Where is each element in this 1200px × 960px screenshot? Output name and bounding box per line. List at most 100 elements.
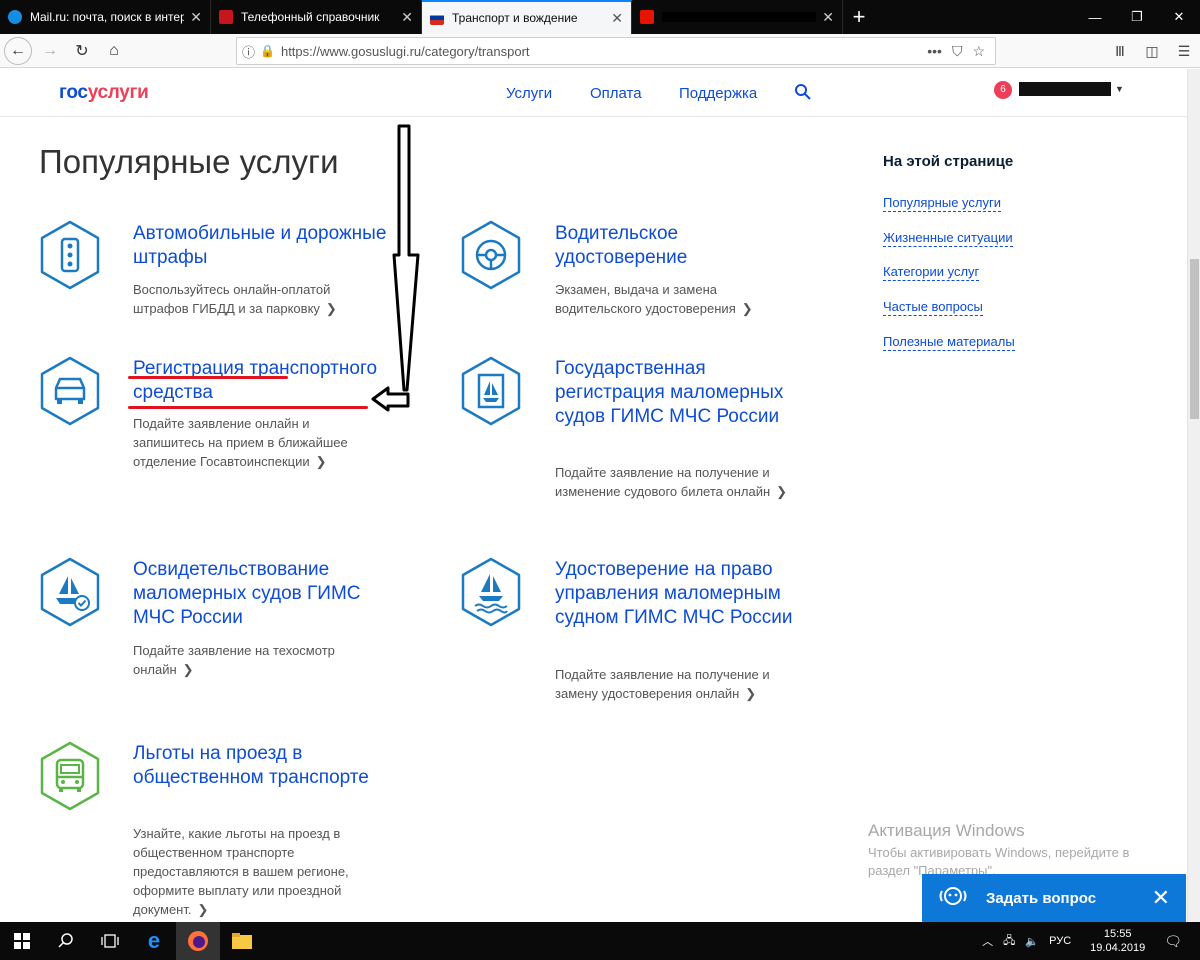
service-desc-text: Воспользуйтесь онлайн-оплатой штрафов ГИ… — [133, 282, 331, 316]
service-desc: Подайте заявление на получение и изменен… — [555, 463, 795, 501]
service-title[interactable]: Государственная регистрация маломерных с… — [555, 357, 815, 429]
steering-wheel-icon — [461, 220, 521, 290]
library-icon[interactable]: Ⅲ — [1104, 43, 1136, 60]
chevron-right-icon[interactable]: ❯ — [316, 454, 327, 469]
bus-icon — [40, 741, 100, 811]
chevron-down-icon[interactable]: ▼ — [1115, 84, 1124, 94]
mail-favicon-icon — [8, 10, 22, 24]
close-tab-icon[interactable]: ✕ — [822, 9, 834, 26]
tab-transport[interactable]: Транспорт и вождение ✕ — [422, 0, 632, 34]
scroll-thumb[interactable] — [1190, 259, 1199, 419]
service-desc: Экзамен, выдача и замена водительского у… — [555, 280, 795, 318]
service-title[interactable]: Регистрация транспортного средства — [133, 357, 393, 405]
aside-link-faq[interactable]: Частые вопросы — [883, 299, 983, 316]
logo-part1: гос — [59, 82, 88, 103]
clock[interactable]: 15:55 19.04.2019 — [1090, 927, 1145, 955]
windows-activation-title: Активация Windows — [868, 821, 1025, 840]
chevron-right-icon[interactable]: ❯ — [197, 902, 208, 917]
task-view-icon[interactable] — [88, 922, 132, 960]
red-underline — [128, 376, 288, 379]
chevron-right-icon[interactable]: ❯ — [745, 686, 756, 701]
home-button[interactable]: ⌂ — [100, 37, 128, 65]
menu-services[interactable]: Услуги — [506, 85, 552, 102]
chevron-right-icon[interactable]: ❯ — [326, 301, 337, 316]
nav-toolbar: ← → ↻ ⌂ ⓘ 🔒 https://www.gosuslugi.ru/cat… — [0, 34, 1200, 68]
aside-link-materials[interactable]: Полезные материалы — [883, 334, 1015, 351]
sidebar-icon[interactable]: ◫ — [1136, 43, 1168, 60]
edge-icon[interactable]: e — [132, 922, 176, 960]
search-icon[interactable] — [794, 83, 812, 101]
close-window-icon[interactable]: ✕ — [1158, 0, 1200, 34]
chevron-right-icon[interactable]: ❯ — [776, 484, 787, 499]
menu-icon[interactable]: ☰ — [1168, 43, 1200, 60]
tab-title: Mail.ru: почта, поиск в интер — [30, 10, 185, 24]
aside-link-popular[interactable]: Популярные услуги — [883, 195, 1001, 212]
language-indicator[interactable]: РУС — [1049, 935, 1071, 947]
notification-badge[interactable]: 6 — [994, 81, 1012, 99]
service-desc: Подайте заявление на техосмотр онлайн ❯ — [133, 641, 373, 679]
menu-payment[interactable]: Оплата — [590, 85, 642, 102]
service-title[interactable]: Водительское удостоверение — [555, 222, 815, 270]
new-tab-button[interactable]: + — [843, 0, 875, 34]
url-text[interactable]: https://www.gosuslugi.ru/category/transp… — [281, 44, 927, 59]
volume-icon[interactable]: 🔈 — [1025, 935, 1039, 948]
bookmark-star-icon[interactable]: ☆ — [972, 43, 985, 60]
lock-icon[interactable]: 🔒 — [260, 44, 275, 58]
forward-button[interactable]: → — [36, 37, 64, 65]
gosuslugi-logo[interactable]: госуслуги — [59, 82, 149, 104]
service-desc: Подайте заявление на получение и замену … — [555, 665, 795, 703]
minimize-icon[interactable]: — — [1074, 0, 1116, 34]
service-desc-text: Подайте заявление на техосмотр онлайн — [133, 643, 335, 677]
reload-button[interactable]: ↻ — [68, 37, 96, 65]
windows-start-icon[interactable] — [0, 922, 44, 960]
firefox-icon[interactable] — [176, 922, 220, 960]
info-icon[interactable]: ⓘ — [242, 42, 255, 61]
network-icon[interactable]: 🖧 — [1003, 932, 1015, 951]
notifications-icon[interactable]: 🗨 — [1164, 933, 1182, 950]
phonebook-favicon-icon — [219, 10, 233, 24]
aside-link-life[interactable]: Жизненные ситуации — [883, 230, 1013, 247]
service-title[interactable]: Автомобильные и дорожные штрафы — [133, 222, 393, 270]
aside-link-categories[interactable]: Категории услуг — [883, 264, 980, 281]
service-desc-text: Экзамен, выдача и замена водительского у… — [555, 282, 736, 316]
service-title[interactable]: Освидетельствование маломерных судов ГИМ… — [133, 558, 393, 630]
search-icon[interactable] — [44, 922, 88, 960]
menu-support[interactable]: Поддержка — [679, 85, 757, 102]
chevron-right-icon[interactable]: ❯ — [742, 301, 753, 316]
tab-mail[interactable]: Mail.ru: почта, поиск в интер ✕ — [0, 0, 211, 34]
clock-date: 19.04.2019 — [1090, 942, 1146, 954]
chat-bot-icon — [939, 887, 967, 905]
pocket-icon[interactable]: ⛉ — [952, 43, 963, 60]
close-tab-icon[interactable]: ✕ — [190, 9, 202, 26]
clock-time: 15:55 — [1103, 928, 1132, 940]
toolbar-right: Ⅲ ◫ ☰ — [1104, 34, 1200, 68]
service-title[interactable]: Удостоверение на право управления маломе… — [555, 558, 815, 630]
boat-check-icon — [40, 557, 100, 627]
scrollbar[interactable] — [1187, 69, 1200, 922]
tab-yandex[interactable]: ✕ — [632, 0, 843, 34]
logo-part2: услуги — [87, 82, 149, 103]
yandex-favicon-icon — [640, 10, 654, 24]
service-desc: Подайте заявление онлайн и запишитесь на… — [133, 414, 373, 471]
close-tab-icon[interactable]: ✕ — [611, 10, 623, 27]
file-explorer-icon[interactable] — [220, 922, 264, 960]
traffic-light-icon — [40, 220, 100, 290]
ask-question-widget[interactable]: Задать вопрос ✕ — [922, 874, 1186, 922]
restore-icon[interactable]: ❐ — [1116, 0, 1158, 34]
address-bar[interactable]: ⓘ 🔒 https://www.gosuslugi.ru/category/tr… — [236, 37, 996, 65]
boat-document-icon — [461, 356, 521, 426]
service-title[interactable]: Льготы на проезд в общественном транспор… — [133, 742, 393, 790]
ask-question-label[interactable]: Задать вопрос — [986, 890, 1096, 907]
chevron-right-icon[interactable]: ❯ — [183, 662, 194, 677]
user-name-redacted[interactable] — [1019, 82, 1111, 96]
back-button[interactable]: ← — [4, 36, 32, 65]
page-actions-icon[interactable]: ••• — [927, 43, 942, 59]
aside-title: На этой странице — [883, 153, 1014, 170]
tab-phonebook[interactable]: Телефонный справочник ✕ — [211, 0, 422, 34]
chevron-up-icon[interactable]: ︿ — [982, 933, 993, 949]
tab-bar: Mail.ru: почта, поиск в интер ✕ Телефонн… — [0, 0, 1200, 34]
service-desc-text: Подайте заявление на получение и замену … — [555, 667, 770, 701]
close-tab-icon[interactable]: ✕ — [401, 9, 413, 26]
close-icon[interactable]: ✕ — [1152, 885, 1170, 911]
window-controls: — ❐ ✕ — [1074, 0, 1200, 34]
